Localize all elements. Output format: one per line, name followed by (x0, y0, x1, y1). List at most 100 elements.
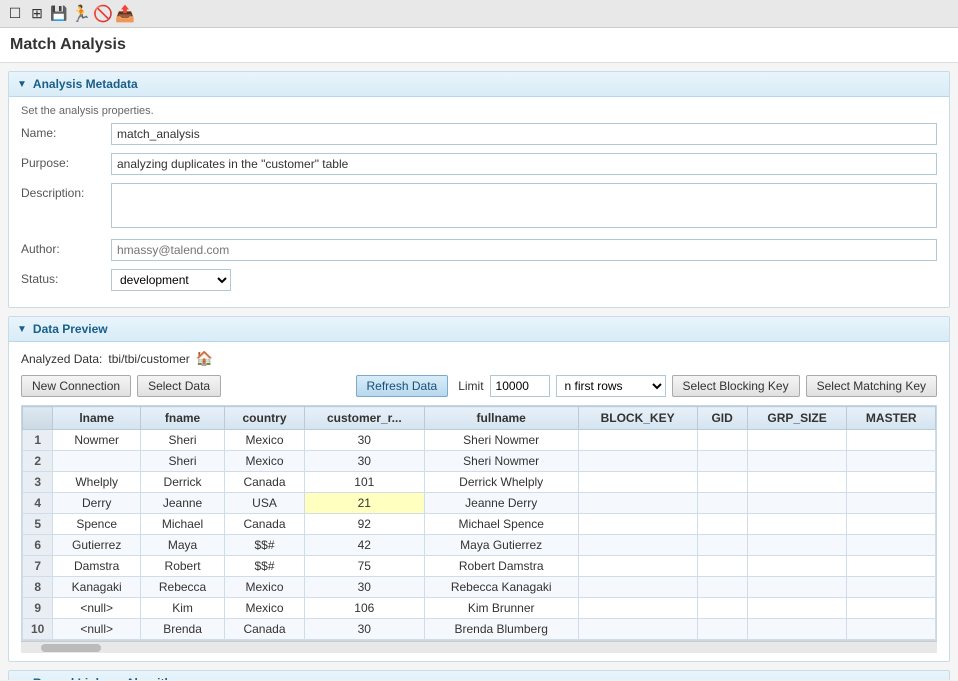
new-connection-button[interactable]: New Connection (21, 375, 131, 397)
table-row: 3WhelplyDerrickCanada101Derrick Whelply (23, 472, 936, 493)
cell-gid (697, 451, 747, 472)
cell-block_key (578, 451, 697, 472)
col-lname: lname (53, 407, 141, 430)
cell-fname: Sheri (140, 430, 224, 451)
cell-customer_r: 21 (304, 493, 424, 514)
cell-master (847, 577, 936, 598)
run-icon[interactable]: 🏃 (72, 5, 90, 23)
analyzed-data-path: tbi/tbi/customer (108, 352, 189, 366)
new-icon[interactable]: ☐ (6, 5, 24, 23)
table-row: 1NowmerSheriMexico30Sheri Nowmer (23, 430, 936, 451)
scroll-thumb (41, 644, 101, 652)
cell-rownum: 4 (23, 493, 53, 514)
cell-master (847, 514, 936, 535)
open-icon[interactable]: ⊞ (28, 5, 46, 23)
description-row: Description: (21, 183, 937, 231)
cell-block_key (578, 556, 697, 577)
name-input[interactable] (111, 123, 937, 145)
select-data-button[interactable]: Select Data (137, 375, 221, 397)
purpose-input[interactable] (111, 153, 937, 175)
table-row: 7DamstraRobert$$#75Robert Damstra (23, 556, 936, 577)
select-matching-key-button[interactable]: Select Matching Key (806, 375, 937, 397)
horizontal-scrollbar[interactable] (21, 641, 937, 653)
cell-gid (697, 556, 747, 577)
table-header-row: lname fname country customer_r... fullna… (23, 407, 936, 430)
record-linkage-title: Record Linkage Algorithm (33, 676, 183, 680)
analysis-metadata-title: Analysis Metadata (33, 77, 138, 91)
cell-fullname: Derrick Whelply (424, 472, 578, 493)
cell-fname: Derrick (140, 472, 224, 493)
rows-select[interactable]: n first rows n random rows (556, 375, 666, 397)
cell-country: Mexico (225, 577, 305, 598)
col-fullname: fullname (424, 407, 578, 430)
data-preview-header[interactable]: ▼ Data Preview (9, 317, 949, 342)
cell-fname: Rebecca (140, 577, 224, 598)
refresh-data-button[interactable]: Refresh Data (356, 375, 449, 397)
cell-country: Mexico (225, 430, 305, 451)
cell-grp_size (747, 493, 847, 514)
status-select[interactable]: development testing production (111, 269, 231, 291)
cell-grp_size (747, 577, 847, 598)
description-textarea[interactable] (111, 183, 937, 228)
author-row: Author: (21, 239, 937, 261)
table-body: 1NowmerSheriMexico30Sheri Nowmer2SheriMe… (23, 430, 936, 640)
limit-input[interactable] (490, 375, 550, 397)
cell-country: $$# (225, 556, 305, 577)
data-preview-body: Analyzed Data: tbi/tbi/customer 🏠 New Co… (9, 342, 949, 661)
author-input[interactable] (111, 239, 937, 261)
record-linkage-arrow: ▼ (17, 678, 27, 681)
cell-grp_size (747, 598, 847, 619)
cell-grp_size (747, 535, 847, 556)
data-toolbar: New Connection Select Data Refresh Data … (21, 375, 937, 397)
cell-grp_size (747, 619, 847, 640)
stop-icon[interactable]: 🚫 (94, 5, 112, 23)
table-row: 6GutierrezMaya$$#42Maya Gutierrez (23, 535, 936, 556)
cell-fname: Sheri (140, 451, 224, 472)
save-icon[interactable]: 💾 (50, 5, 68, 23)
cell-rownum: 2 (23, 451, 53, 472)
cell-lname: Damstra (53, 556, 141, 577)
col-master: MASTER (847, 407, 936, 430)
cell-customer_r: 30 (304, 619, 424, 640)
cell-fname: Maya (140, 535, 224, 556)
author-label: Author: (21, 239, 111, 256)
cell-fullname: Kim Brunner (424, 598, 578, 619)
cell-gid (697, 535, 747, 556)
analyzed-data-row: Analyzed Data: tbi/tbi/customer 🏠 (21, 350, 937, 367)
cell-rownum: 7 (23, 556, 53, 577)
cell-lname: Nowmer (53, 430, 141, 451)
data-preview-arrow: ▼ (17, 324, 27, 335)
description-label: Description: (21, 183, 111, 200)
collapse-arrow: ▼ (17, 79, 27, 90)
select-blocking-key-button[interactable]: Select Blocking Key (672, 375, 800, 397)
cell-master (847, 556, 936, 577)
data-table: lname fname country customer_r... fullna… (22, 406, 936, 640)
cell-lname: Spence (53, 514, 141, 535)
home-icon[interactable]: 🏠 (196, 350, 213, 367)
data-table-wrapper: lname fname country customer_r... fullna… (21, 405, 937, 641)
status-value: development testing production (111, 269, 937, 291)
cell-lname: Whelply (53, 472, 141, 493)
table-row: 5SpenceMichaelCanada92Michael Spence (23, 514, 936, 535)
cell-customer_r: 30 (304, 577, 424, 598)
cell-grp_size (747, 472, 847, 493)
cell-gid (697, 472, 747, 493)
export-icon[interactable]: 📤 (116, 5, 134, 23)
record-linkage-header[interactable]: ▼ Record Linkage Algorithm (9, 671, 949, 680)
col-block-key: BLOCK_KEY (578, 407, 697, 430)
metadata-subtitle: Set the analysis properties. (21, 105, 937, 117)
cell-master (847, 535, 936, 556)
table-row: 9<null>KimMexico106Kim Brunner (23, 598, 936, 619)
cell-country: Mexico (225, 598, 305, 619)
cell-rownum: 5 (23, 514, 53, 535)
cell-customer_r: 106 (304, 598, 424, 619)
cell-gid (697, 577, 747, 598)
cell-lname: <null> (53, 619, 141, 640)
cell-fname: Brenda (140, 619, 224, 640)
cell-country: Mexico (225, 451, 305, 472)
cell-fullname: Brenda Blumberg (424, 619, 578, 640)
cell-block_key (578, 577, 697, 598)
analysis-metadata-header[interactable]: ▼ Analysis Metadata (9, 72, 949, 97)
cell-country: Canada (225, 472, 305, 493)
name-row: Name: (21, 123, 937, 145)
